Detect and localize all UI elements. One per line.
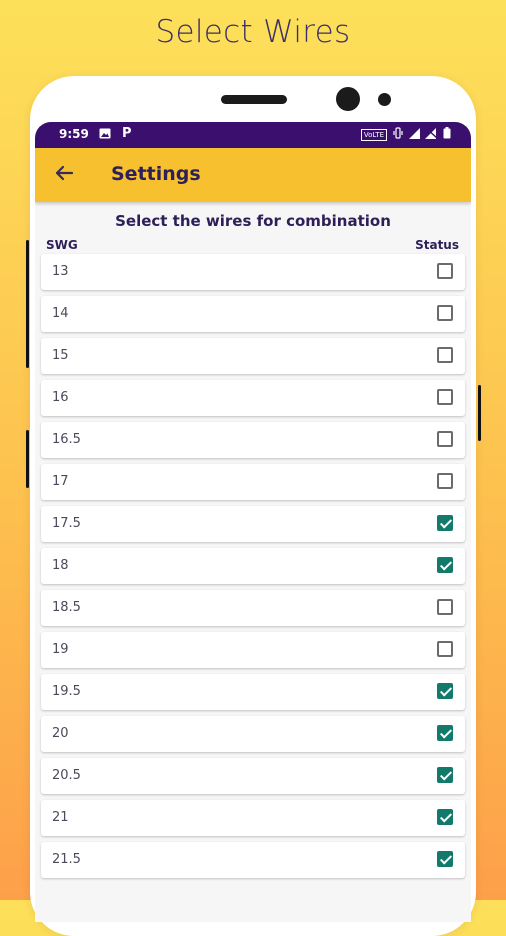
side-button-right: [478, 385, 481, 441]
wire-row-label: 16: [52, 390, 69, 405]
wire-row-label: 19: [52, 642, 69, 657]
wire-row-label: 15: [52, 348, 69, 363]
wire-checkbox[interactable]: [437, 515, 453, 531]
back-arrow-icon[interactable]: [53, 162, 75, 190]
wire-row-label: 21: [52, 810, 69, 825]
phone-camera: [336, 87, 360, 111]
section-subtitle: Select the wires for combination: [115, 212, 391, 230]
wire-row[interactable]: 16.5: [41, 422, 465, 458]
wire-checkbox[interactable]: [437, 767, 453, 783]
wire-row-label: 13: [52, 264, 69, 279]
column-header-status: Status: [415, 238, 459, 252]
vibrate-icon: [392, 127, 404, 142]
signal-icon: [409, 127, 420, 142]
volte-badge: VoLTE: [360, 128, 387, 141]
phone-sensor: [378, 93, 391, 106]
promo-title: Select Wires: [155, 14, 351, 50]
wire-row-label: 17: [52, 474, 69, 489]
wire-row-label: 17.5: [52, 516, 81, 531]
wire-row[interactable]: 20: [41, 716, 465, 752]
wire-checkbox[interactable]: [437, 851, 453, 867]
wire-row-label: 18.5: [52, 600, 81, 615]
wire-row-label: 20: [52, 726, 69, 741]
status-time: 9:59: [59, 127, 89, 141]
wire-checkbox[interactable]: [437, 725, 453, 741]
wire-row-label: 21.5: [52, 852, 81, 867]
wire-row[interactable]: 16: [41, 380, 465, 416]
wire-row-label: 14: [52, 306, 69, 321]
signal-crossed-icon: [425, 127, 438, 142]
phone-speaker: [221, 95, 287, 104]
wire-row[interactable]: 21.5: [41, 842, 465, 878]
wire-checkbox[interactable]: [437, 347, 453, 363]
wire-checkbox[interactable]: [437, 389, 453, 405]
side-button-left-bottom: [26, 430, 29, 488]
parking-notification-icon: P: [122, 126, 132, 141]
wire-row-label: 16.5: [52, 432, 81, 447]
side-button-left-top: [26, 240, 29, 368]
wire-row[interactable]: 19: [41, 632, 465, 668]
page-title: Settings: [111, 163, 201, 185]
wire-checkbox[interactable]: [437, 557, 453, 573]
wire-row-label: 18: [52, 558, 69, 573]
status-bar: 9:59 P VoLTE: [35, 122, 471, 148]
wire-checkbox[interactable]: [437, 641, 453, 657]
wire-row[interactable]: 20.5: [41, 758, 465, 794]
app-bar: Settings: [35, 148, 471, 202]
wire-checkbox[interactable]: [437, 683, 453, 699]
wire-row[interactable]: 15: [41, 338, 465, 374]
status-icons: VoLTE: [360, 127, 451, 142]
wire-row[interactable]: 21: [41, 800, 465, 836]
wire-checkbox[interactable]: [437, 305, 453, 321]
column-header-swg: SWG: [46, 238, 78, 252]
wire-checkbox[interactable]: [437, 599, 453, 615]
wire-row[interactable]: 14: [41, 296, 465, 332]
phone-screen: 9:59 P VoLTE Settings Select the wires f…: [35, 122, 471, 922]
wire-checkbox[interactable]: [437, 473, 453, 489]
battery-icon: [443, 127, 451, 142]
wire-row[interactable]: 18: [41, 548, 465, 584]
wire-row[interactable]: 18.5: [41, 590, 465, 626]
wire-row-label: 20.5: [52, 768, 81, 783]
column-header: SWG Status: [35, 234, 471, 254]
phone-frame: 9:59 P VoLTE Settings Select the wires f…: [30, 76, 476, 936]
wire-row[interactable]: 13: [41, 254, 465, 290]
wire-checkbox[interactable]: [437, 809, 453, 825]
wire-row[interactable]: 17.5: [41, 506, 465, 542]
wire-list: 13 14 15 16 16.5 17 17.5 18 18.5 19 19.5 20 20.5 21 21…: [35, 254, 471, 878]
image-notification-icon: [99, 128, 111, 142]
wire-row-label: 19.5: [52, 684, 81, 699]
wire-checkbox[interactable]: [437, 263, 453, 279]
wire-row[interactable]: 19.5: [41, 674, 465, 710]
wire-checkbox[interactable]: [437, 431, 453, 447]
wire-row[interactable]: 17: [41, 464, 465, 500]
